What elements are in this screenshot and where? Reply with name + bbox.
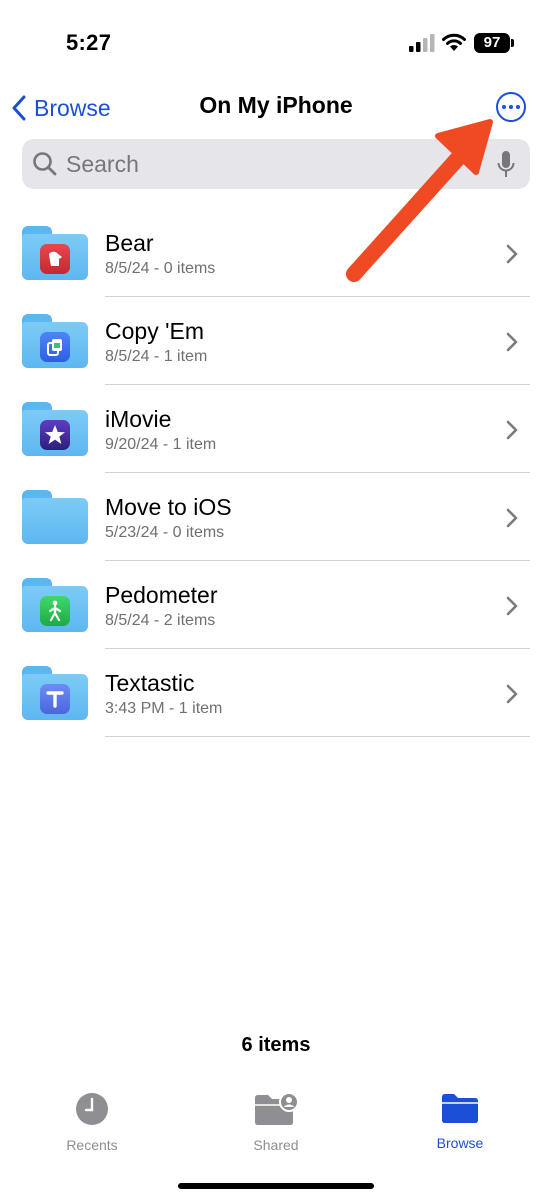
file-name: iMovie: [105, 406, 172, 432]
cellular-signal-icon: [409, 34, 435, 52]
list-item-pedometer[interactable]: Pedometer 8/5/24 - 2 items: [0, 552, 552, 649]
search-icon: [33, 152, 57, 176]
copy-em-badge: [40, 332, 70, 362]
file-name: Move to iOS: [105, 494, 232, 520]
status-bar: 5:27 97: [0, 0, 552, 88]
chevron-right-icon: [506, 332, 518, 352]
more-dot: [509, 105, 513, 109]
chevron-right-icon: [506, 596, 518, 616]
more-dot: [516, 105, 520, 109]
chevron-right-icon: [506, 244, 518, 264]
file-name: Bear: [105, 230, 154, 256]
tab-shared[interactable]: Shared: [216, 1092, 336, 1153]
folder-body: [22, 498, 88, 544]
tab-label: Shared: [253, 1137, 299, 1153]
row-divider: [105, 736, 530, 737]
clock-icon: [76, 1093, 108, 1125]
pedometer-walker-icon: [22, 578, 88, 632]
plain-folder-icon: [22, 490, 88, 544]
file-meta: 9/20/24 - 1 item: [105, 436, 217, 453]
file-meta: 3:43 PM - 1 item: [105, 700, 223, 717]
file-name: Copy 'Em: [105, 318, 204, 344]
list-item-imovie[interactable]: iMovie 9/20/24 - 1 item: [0, 376, 552, 473]
star-glyph: [45, 425, 65, 444]
imovie-star-icon: [22, 402, 88, 456]
file-meta: 8/5/24 - 2 items: [105, 612, 216, 629]
home-indicator: [178, 1183, 374, 1189]
letter-t-glyph: [46, 691, 64, 708]
tab-recents[interactable]: Recents: [32, 1092, 152, 1153]
copy-glyph: [47, 339, 62, 356]
chevron-right-icon: [506, 508, 518, 528]
folder-icon: [442, 1094, 478, 1123]
textastic-badge: [40, 684, 70, 714]
file-meta: 5/23/24 - 0 items: [105, 524, 225, 541]
more-options-button[interactable]: [496, 92, 526, 122]
battery-indicator: 97: [474, 33, 510, 53]
battery-tip: [511, 39, 514, 47]
tab-label: Recents: [66, 1137, 118, 1153]
bear-app-icon: [22, 226, 88, 280]
list-item-textastic[interactable]: Textastic 3:43 PM - 1 item: [0, 640, 552, 737]
textastic-t-icon: [22, 666, 88, 720]
chevron-right-icon: [506, 684, 518, 704]
file-name: Textastic: [105, 670, 195, 696]
bear-glyph: [49, 251, 62, 266]
list-item-move-to-ios[interactable]: Move to iOS 5/23/24 - 0 items: [0, 464, 552, 561]
chevron-right-icon: [506, 420, 518, 440]
status-time: 5:27: [66, 30, 112, 55]
tab-label: Browse: [436, 1135, 484, 1151]
wifi-icon: [442, 33, 466, 51]
shared-folder-icon: [255, 1092, 299, 1125]
list-item-bear[interactable]: Bear 8/5/24 - 0 items: [0, 200, 552, 297]
walker-glyph: [48, 600, 62, 622]
list-item-copy-em[interactable]: Copy 'Em 8/5/24 - 1 item: [0, 288, 552, 385]
copy-em-app-icon: [22, 314, 88, 368]
imovie-badge: [40, 420, 70, 450]
item-count: 6 items: [241, 1034, 311, 1056]
pedometer-badge: [40, 596, 70, 626]
more-dot: [502, 105, 506, 109]
file-meta: 8/5/24 - 0 items: [105, 260, 216, 277]
bear-badge: [40, 244, 70, 274]
file-meta: 8/5/24 - 1 item: [105, 348, 208, 365]
search-placeholder: Search: [66, 151, 139, 177]
file-name: Pedometer: [105, 582, 218, 608]
tab-browse[interactable]: Browse: [400, 1092, 520, 1151]
